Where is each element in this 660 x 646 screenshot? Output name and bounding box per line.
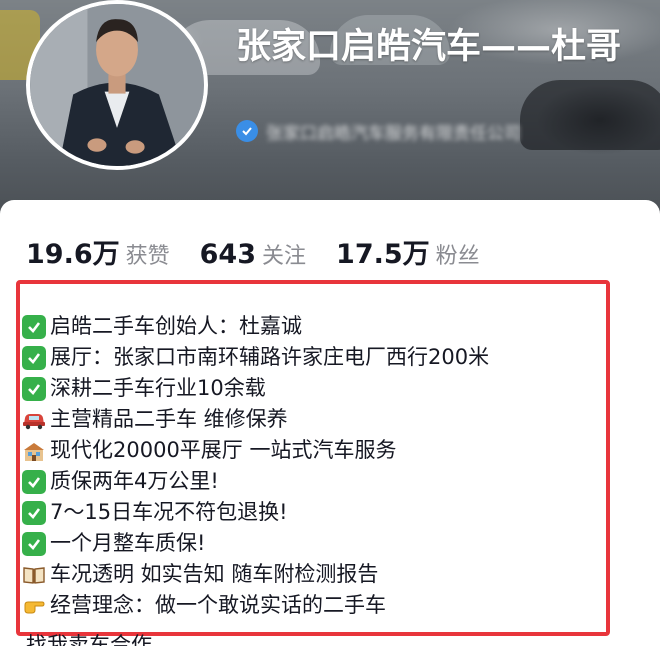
check-mark-icon — [22, 469, 46, 494]
bio-line: 启皓二手车创始人：杜嘉诚 — [22, 311, 602, 342]
stat-likes-label: 获赞 — [125, 244, 170, 269]
bio-line: 现代化20000平展厅 一站式汽车服务 — [22, 435, 602, 466]
stat-following-label: 关注 — [262, 244, 307, 269]
bio-line: 质保两年4万公里! — [22, 466, 602, 497]
bio-line: 车况透明 如实告知 随车附检测报告 — [22, 559, 602, 590]
verification-text: 张家口启皓汽车服务有限责任公司 — [266, 123, 521, 144]
profile-title: 张家口启皓汽车——杜哥 — [236, 27, 622, 67]
bio-line: 深耕二手车行业10余载 — [22, 373, 602, 404]
bio-line: 一个月整车质保! — [22, 528, 602, 559]
stat-following-value: 643 — [199, 239, 257, 270]
stat-likes[interactable]: 19.6万 获赞 — [26, 232, 170, 271]
bio-line: 7～15日车况不符包退换! — [22, 497, 602, 528]
bio-text: 启皓二手车创始人：杜嘉诚 展厅：张家口市南环辅路许家庄电厂西行200米 深耕二手… — [22, 311, 602, 621]
bio-line: 经营理念：做一个敢说实话的二手车 — [22, 590, 602, 621]
bio-line-text: 7～15日车况不符包退换! — [50, 500, 288, 524]
background-car-shape — [520, 80, 660, 150]
stat-followers-label: 粉丝 — [435, 244, 480, 269]
bio-line-text: 展厅：张家口市南环辅路许家庄电厂西行200米 — [50, 345, 490, 369]
pointing-hand-icon — [22, 594, 46, 618]
verification-row[interactable]: 张家口启皓汽车服务有限责任公司 — [236, 118, 521, 144]
check-mark-icon — [22, 345, 46, 370]
car-icon — [22, 408, 46, 432]
bio-line: 展厅：张家口市南环辅路许家庄电厂西行200米 — [22, 342, 602, 373]
bio-line: 主营精品二手车 维修保养 — [22, 404, 602, 435]
book-icon — [22, 563, 46, 587]
bio-line-text: 质保两年4万公里! — [50, 469, 219, 493]
bio-line-text: 经营理念：做一个敢说实话的二手车 — [50, 593, 386, 617]
stat-followers-value: 17.5万 — [336, 239, 430, 270]
bio-line-text: 车况透明 如实告知 随车附检测报告 — [50, 562, 379, 586]
bio-line-text: 深耕二手车行业10余载 — [50, 376, 266, 400]
avatar[interactable] — [26, 0, 208, 170]
stat-likes-value: 19.6万 — [26, 239, 120, 270]
verified-badge-icon — [236, 120, 258, 142]
check-mark-icon — [22, 314, 46, 339]
stat-followers[interactable]: 17.5万 粉丝 — [336, 232, 480, 271]
bio-line-cut-off: 找我卖车合作 — [26, 633, 152, 646]
bio-line-text: 现代化20000平展厅 一站式汽车服务 — [50, 438, 397, 462]
building-icon — [22, 439, 46, 463]
avatar-portrait — [30, 4, 204, 166]
profile-stats: 19.6万 获赞 643 关注 17.5万 粉丝 — [26, 232, 510, 272]
check-mark-icon — [22, 376, 46, 401]
bio-line-text: 启皓二手车创始人：杜嘉诚 — [50, 314, 302, 338]
bio-line-text: 主营精品二手车 维修保养 — [50, 407, 288, 431]
stat-following[interactable]: 643 关注 — [200, 238, 306, 270]
check-mark-icon — [22, 531, 46, 556]
check-mark-icon — [22, 500, 46, 525]
bio-line-text: 一个月整车质保! — [50, 531, 206, 555]
